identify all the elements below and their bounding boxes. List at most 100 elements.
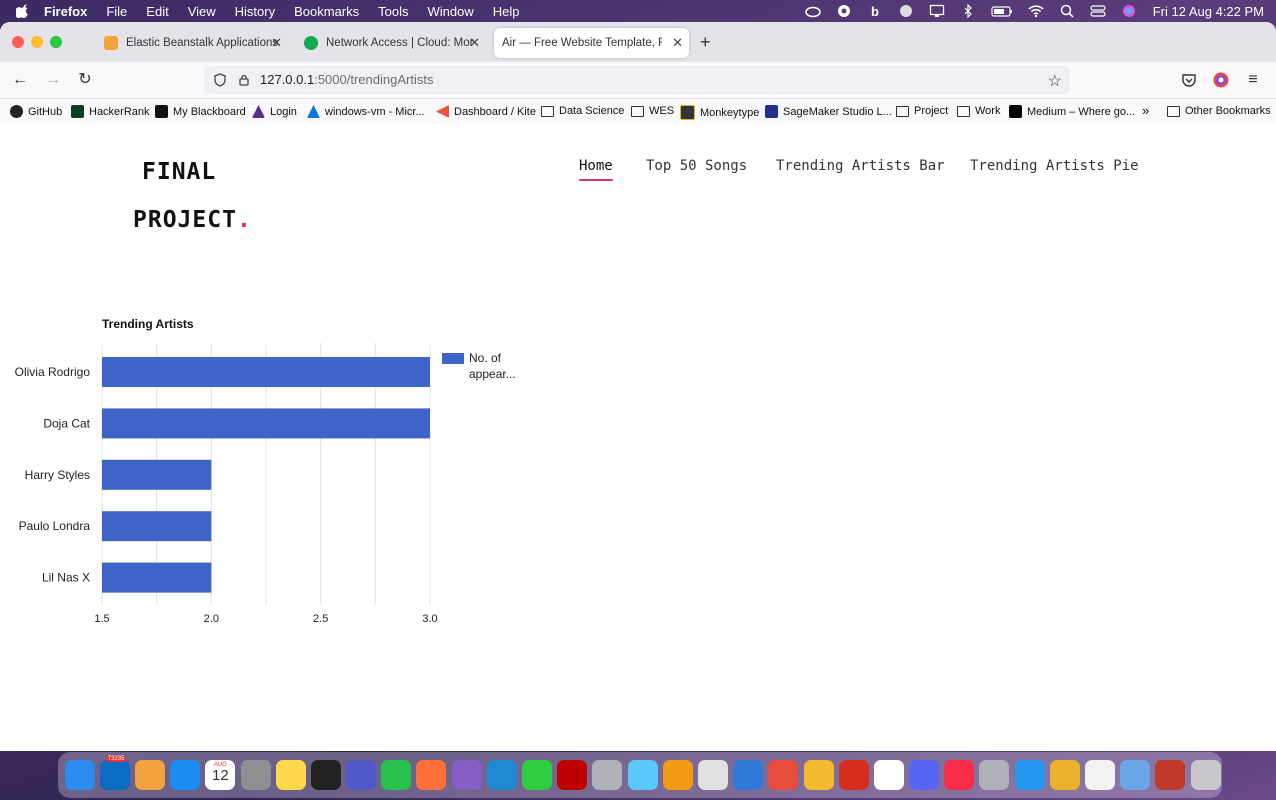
menu-edit[interactable]: Edit <box>146 4 168 19</box>
bluetooth-icon[interactable] <box>960 3 976 19</box>
menu-help[interactable]: Help <box>493 4 520 19</box>
page-info-icon[interactable] <box>237 73 251 87</box>
menu-view[interactable]: View <box>188 4 216 19</box>
bookmark-folder-wes[interactable]: WES <box>631 105 674 117</box>
close-tab-icon[interactable]: ✕ <box>271 35 282 51</box>
slack-icon[interactable] <box>1049 760 1080 790</box>
textedit-icon[interactable] <box>627 760 658 790</box>
account-icon[interactable] <box>1212 71 1230 89</box>
finder-icon[interactable] <box>64 760 95 790</box>
nav-trending-artists-pie[interactable]: Trending Artists Pie <box>970 158 1139 174</box>
hamburger-menu-icon[interactable]: ≡ <box>1243 70 1263 90</box>
app-store-icon[interactable] <box>170 760 201 790</box>
site-logo-line-1[interactable]: FINAL <box>142 159 216 185</box>
bookmark-github[interactable]: GitHub <box>10 105 62 118</box>
menu-window[interactable]: Window <box>428 4 474 19</box>
control-center-icon[interactable] <box>1090 4 1106 18</box>
filezilla-icon[interactable] <box>557 760 588 790</box>
bookmark-hackerrank[interactable]: HackerRank <box>71 105 150 118</box>
reminders-icon[interactable] <box>1085 760 1116 790</box>
menubar-clock[interactable]: Fri 12 Aug 4:22 PM <box>1153 4 1264 19</box>
vscode-icon[interactable] <box>486 760 517 790</box>
acrobat-icon[interactable] <box>1155 760 1186 790</box>
bookmark-sagemaker[interactable]: SageMaker Studio L... <box>765 105 892 118</box>
photos-icon[interactable] <box>134 760 165 790</box>
bookmark-star-icon[interactable]: ☆ <box>1048 71 1062 91</box>
url-text[interactable]: 127.0.0.1:5000/trendingArtists <box>260 72 433 87</box>
display-icon[interactable] <box>929 4 945 18</box>
help-icon[interactable] <box>592 760 623 790</box>
bar-doja-cat[interactable] <box>102 408 430 439</box>
bookmark-folder-data-science[interactable]: Data Science <box>541 105 624 117</box>
notes-icon[interactable] <box>275 760 306 790</box>
menu-app-name[interactable]: Firefox <box>44 4 87 19</box>
new-tab-icon[interactable]: + <box>700 32 711 53</box>
xcode-icon[interactable] <box>733 760 764 790</box>
firefox-icon[interactable] <box>416 760 447 790</box>
teams-icon[interactable] <box>346 760 377 790</box>
address-bar[interactable]: 127.0.0.1:5000/trendingArtists ☆ <box>204 66 1070 94</box>
settings-icon[interactable] <box>240 760 271 790</box>
pages-icon[interactable] <box>662 760 693 790</box>
binance-icon[interactable] <box>803 760 834 790</box>
pocket-icon[interactable] <box>1180 71 1198 89</box>
bar-paulo-londra[interactable] <box>102 511 212 542</box>
nav-home[interactable]: Home <box>579 158 613 181</box>
cloud-icon[interactable] <box>804 4 821 18</box>
bookmark-monkeytype[interactable]: Monkeytype <box>680 105 759 120</box>
menu-file[interactable]: File <box>106 4 127 19</box>
siri-icon[interactable] <box>1121 4 1137 18</box>
trash-icon[interactable] <box>1190 760 1221 790</box>
shield-icon[interactable] <box>213 73 227 87</box>
menu-history[interactable]: History <box>235 4 275 19</box>
bookmark-other-bookmarks[interactable]: Other Bookmarks <box>1167 105 1271 117</box>
apple-icon[interactable] <box>16 4 30 18</box>
tab-air-template-active[interactable]: Air — Free Website Template, Free H ✕ <box>494 28 689 58</box>
menu-tools[interactable]: Tools <box>378 4 408 19</box>
discord-icon[interactable] <box>909 760 940 790</box>
compass-icon[interactable] <box>836 4 852 18</box>
parallels-icon[interactable] <box>838 760 869 790</box>
bookmark-login[interactable]: Login <box>252 105 297 118</box>
bookmarks-overflow-chevron-icon[interactable]: » <box>1142 103 1149 118</box>
visual-studio-icon[interactable] <box>451 760 482 790</box>
bookmark-my-blackboard[interactable]: My Blackboard <box>155 105 246 118</box>
bookmark-dashboard-kite[interactable]: Dashboard / Kite <box>436 105 536 118</box>
whatsapp-icon[interactable] <box>381 760 412 790</box>
bar-olivia-rodrigo[interactable] <box>102 357 430 387</box>
forward-arrow-icon[interactable]: → <box>43 70 63 90</box>
chrome-icon[interactable] <box>873 760 904 790</box>
activity-icon[interactable] <box>522 760 553 790</box>
close-tab-icon[interactable]: ✕ <box>672 35 683 51</box>
bookmark-folder-work[interactable]: Work <box>957 105 1000 117</box>
preview-icon[interactable] <box>1120 760 1151 790</box>
tab-elastic-beanstalk[interactable]: Elastic Beanstalk Applications ✕ <box>96 28 288 58</box>
reload-icon[interactable]: ↻ <box>75 70 95 90</box>
spotlight-search-icon[interactable] <box>1059 4 1075 18</box>
docker-icon[interactable] <box>1014 760 1045 790</box>
close-tab-icon[interactable]: ✕ <box>469 35 480 51</box>
minimize-window-button[interactable] <box>31 36 43 48</box>
outlook-icon[interactable]: 73235 <box>99 756 130 790</box>
calendar-icon[interactable]: AUG 12 <box>205 760 236 790</box>
bookmark-windows-vm[interactable]: windows-vm - Micr... <box>307 105 425 118</box>
bookmark-folder-project[interactable]: Project <box>896 105 948 117</box>
bookmark-medium[interactable]: Medium – Where go... <box>1009 105 1135 118</box>
terminal-icon[interactable] <box>310 760 341 790</box>
close-window-button[interactable] <box>12 36 24 48</box>
back-arrow-icon[interactable]: ← <box>10 70 30 90</box>
menu-bookmarks[interactable]: Bookmarks <box>294 4 359 19</box>
launchpad-icon[interactable] <box>697 760 728 790</box>
bar-harry-styles[interactable] <box>102 459 212 490</box>
bing-icon[interactable]: b <box>867 4 883 19</box>
help-icon[interactable] <box>979 760 1010 790</box>
music-icon[interactable] <box>944 760 975 790</box>
site-logo-line-2[interactable]: PROJECT. <box>133 207 252 233</box>
tab-mongodb-network-access[interactable]: Network Access | Cloud: Mongo ✕ <box>296 28 486 58</box>
nav-top-50-songs[interactable]: Top 50 Songs <box>646 158 747 174</box>
bar-lil-nas-x[interactable] <box>102 562 212 593</box>
remote-desktop-icon[interactable] <box>768 760 799 790</box>
wifi-icon[interactable] <box>1028 4 1044 18</box>
battery-icon[interactable] <box>991 4 1013 18</box>
nav-trending-artists-bar[interactable]: Trending Artists Bar <box>776 158 945 174</box>
